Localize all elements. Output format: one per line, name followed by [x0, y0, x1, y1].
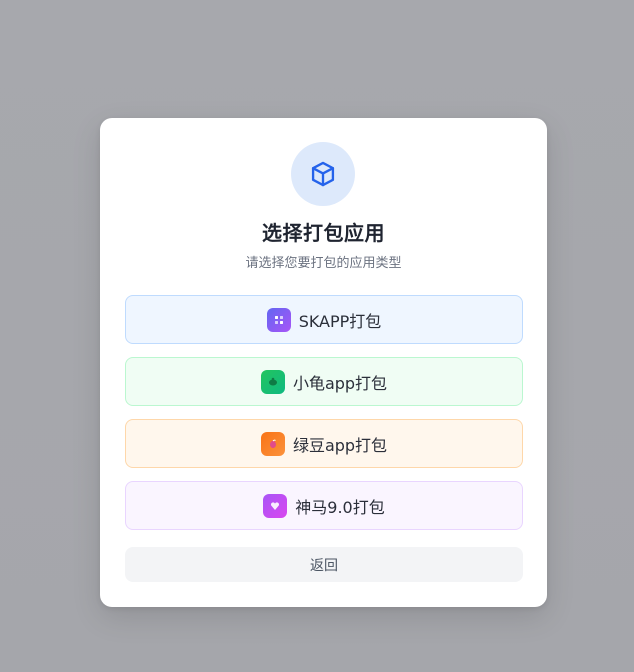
cube-icon — [291, 142, 355, 206]
turtle-app-icon — [260, 369, 285, 394]
bean-app-icon — [260, 431, 285, 456]
option-skapp-button[interactable]: SKAPP打包 — [125, 295, 523, 344]
option-shenma-button[interactable]: 神马9.0打包 — [125, 481, 523, 530]
option-label: SKAPP打包 — [298, 311, 382, 331]
dialog-title: 选择打包应用 — [262, 221, 385, 245]
sk-app-icon — [266, 307, 291, 332]
package-app-dialog: 选择打包应用 请选择您要打包的应用类型 SKAPP打包 小龟app打包 绿豆ap… — [100, 118, 547, 607]
option-label: 神马9.0打包 — [295, 497, 385, 517]
option-bean-app-button[interactable]: 绿豆app打包 — [125, 419, 523, 468]
dialog-subtitle: 请选择您要打包的应用类型 — [245, 256, 402, 271]
option-turtle-app-button[interactable]: 小龟app打包 — [125, 357, 523, 406]
back-button[interactable]: 返回 — [125, 547, 523, 582]
option-label: 绿豆app打包 — [292, 435, 388, 455]
shenma-app-icon — [263, 493, 288, 518]
option-label: 小龟app打包 — [292, 373, 388, 393]
